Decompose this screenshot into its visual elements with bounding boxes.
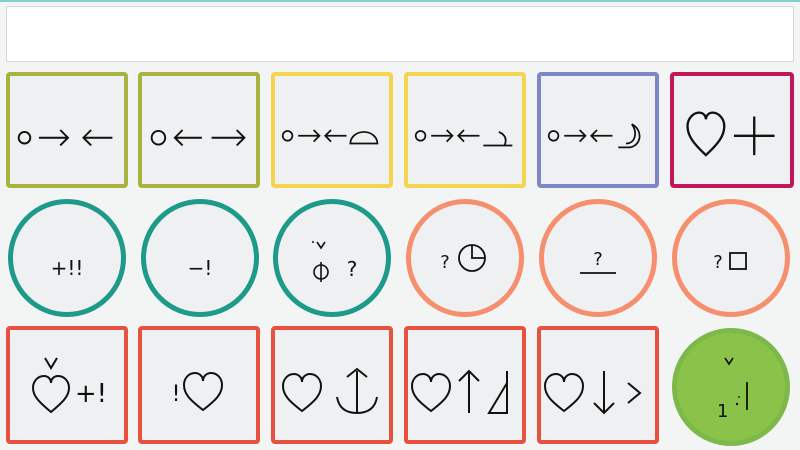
key-heart-anchor[interactable] xyxy=(271,326,393,444)
square-icon xyxy=(728,252,747,270)
underline-icon xyxy=(580,271,616,274)
key-heart-up-flag[interactable] xyxy=(404,326,526,444)
key-ring-right-left-half-disc[interactable] xyxy=(271,72,393,188)
heart-icon xyxy=(183,371,224,412)
key-ring-right-left[interactable] xyxy=(6,72,128,188)
heart-arrow-up-flag-icon xyxy=(410,369,508,414)
heart-arrow-down-chevron-icon xyxy=(543,371,642,415)
key-heart-plus[interactable] xyxy=(670,72,794,188)
caret-dot-bar-icon xyxy=(724,357,748,410)
ring-arrows-crescent-flat-icon xyxy=(414,129,513,147)
ring-arrow-left-arrow-right-icon xyxy=(150,129,246,147)
key-heart-down-chevron[interactable] xyxy=(537,326,659,444)
key-question-clock[interactable]: ? xyxy=(406,199,524,317)
heart-plus-icon xyxy=(686,111,775,157)
key-phi-question[interactable]: ? xyxy=(273,199,391,317)
key-ring-right-left-crescent-flat[interactable] xyxy=(404,72,526,188)
key-label: ? xyxy=(713,251,723,273)
key-label: ? xyxy=(346,257,358,281)
key-question-underline[interactable]: ? xyxy=(539,199,657,317)
key-ring-left-right[interactable] xyxy=(138,72,260,188)
ring-arrows-crescent-icon xyxy=(547,123,641,149)
key-question-square[interactable]: ? xyxy=(672,199,790,317)
key-label: −! xyxy=(187,256,213,280)
key-green-one-bar[interactable]: 1 xyxy=(672,328,790,446)
ring-arrow-right-arrow-left-icon xyxy=(17,129,113,147)
text-display-field[interactable] xyxy=(6,6,794,62)
heart-caret-icon xyxy=(31,357,70,414)
key-heart-caret-plus-exclaim[interactable]: +! xyxy=(6,326,128,444)
key-label: +!! xyxy=(50,256,84,280)
key-minus-exclaim[interactable]: −! xyxy=(141,199,259,317)
key-exclaim-heart[interactable]: ! xyxy=(138,326,260,444)
top-accent-line xyxy=(0,0,800,2)
key-label: ? xyxy=(440,251,450,273)
key-label: ! xyxy=(171,381,181,407)
phi-caret-icon xyxy=(311,241,329,282)
key-plus-double-exclaim[interactable]: +!! xyxy=(8,199,126,317)
ring-arrows-half-disc-icon xyxy=(281,129,379,145)
key-label: ? xyxy=(593,248,603,270)
key-label: +! xyxy=(74,379,108,409)
key-label: 1 xyxy=(717,401,729,422)
heart-anchor-icon xyxy=(281,367,378,415)
clock-icon xyxy=(457,244,486,272)
key-ring-right-left-crescent[interactable] xyxy=(537,72,659,188)
